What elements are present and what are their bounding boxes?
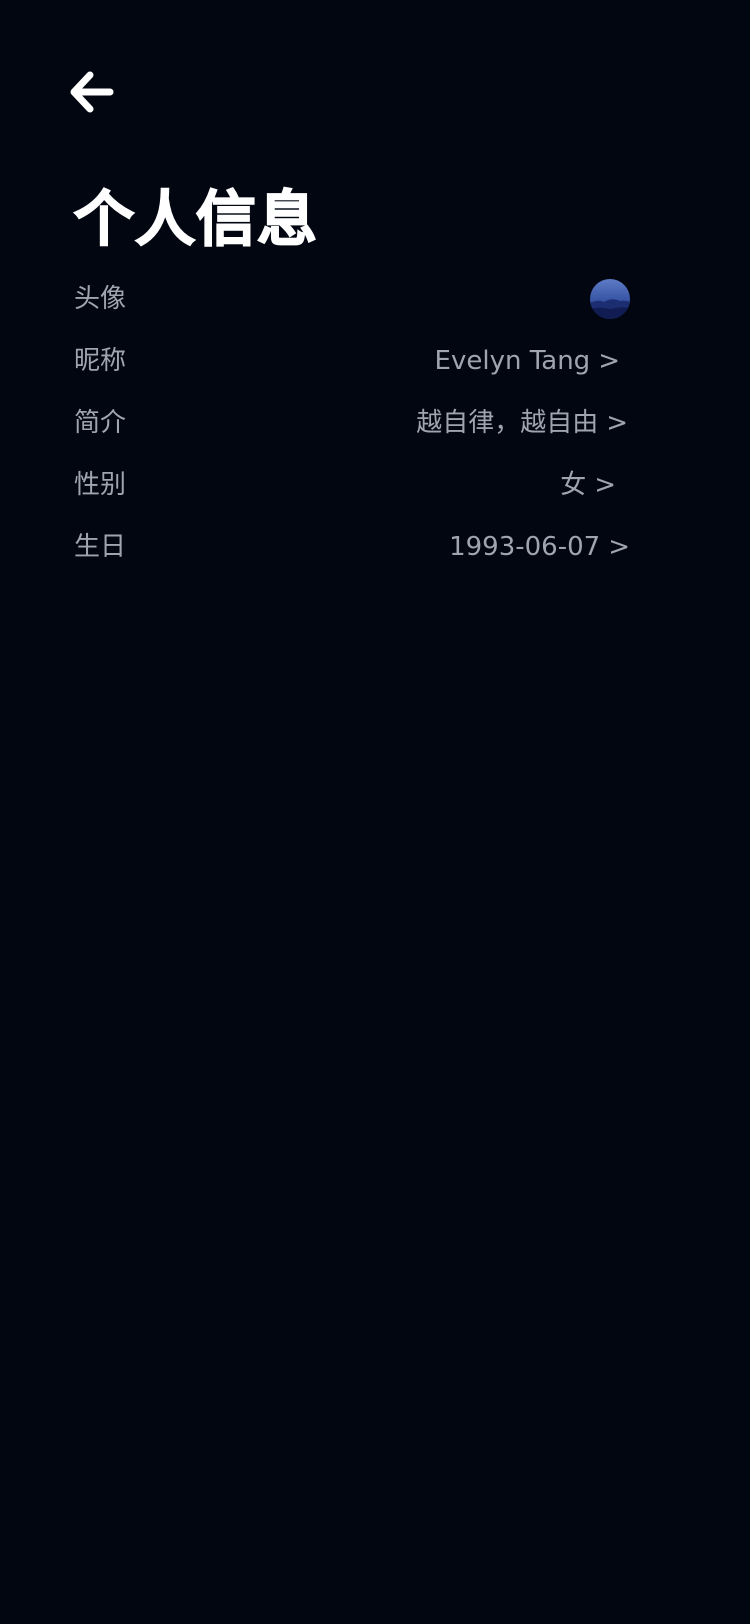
nickname-row[interactable]: 昵称 Evelyn Tang > — [74, 336, 630, 386]
bio-value-group: 越自律，越自由 > — [416, 406, 628, 440]
bio-row[interactable]: 简介 越自律，越自由 > — [74, 398, 630, 448]
chevron-right-icon: > — [594, 470, 616, 500]
avatar-row[interactable]: 头像 — [74, 274, 630, 324]
birthday-row[interactable]: 生日 1993-06-07 > — [74, 522, 630, 572]
gender-value: 女 — [560, 470, 587, 500]
nickname-value-group: Evelyn Tang > — [435, 344, 620, 378]
birthday-label: 生日 — [74, 532, 127, 562]
chevron-right-icon: > — [598, 346, 620, 376]
gender-row[interactable]: 性别 女 > — [74, 460, 630, 510]
avatar-value — [590, 279, 630, 319]
bio-label: 简介 — [74, 408, 127, 438]
gender-value-group: 女 > — [560, 468, 616, 502]
bio-value: 越自律，越自由 — [416, 408, 599, 438]
nickname-label: 昵称 — [74, 346, 127, 376]
avatar-label: 头像 — [74, 284, 127, 314]
avatar[interactable] — [590, 279, 630, 319]
nickname-value: Evelyn Tang — [434, 346, 591, 376]
gender-label: 性别 — [74, 470, 127, 500]
chevron-right-icon: > — [608, 532, 630, 562]
profile-info-list: 头像 昵称 Evelyn Tang > 简介 越自律，越自由 > 性别 女 > … — [0, 0, 750, 600]
birthday-value-group: 1993-06-07 > — [449, 530, 630, 564]
chevron-right-icon: > — [606, 408, 628, 438]
birthday-value: 1993-06-07 — [449, 532, 601, 562]
